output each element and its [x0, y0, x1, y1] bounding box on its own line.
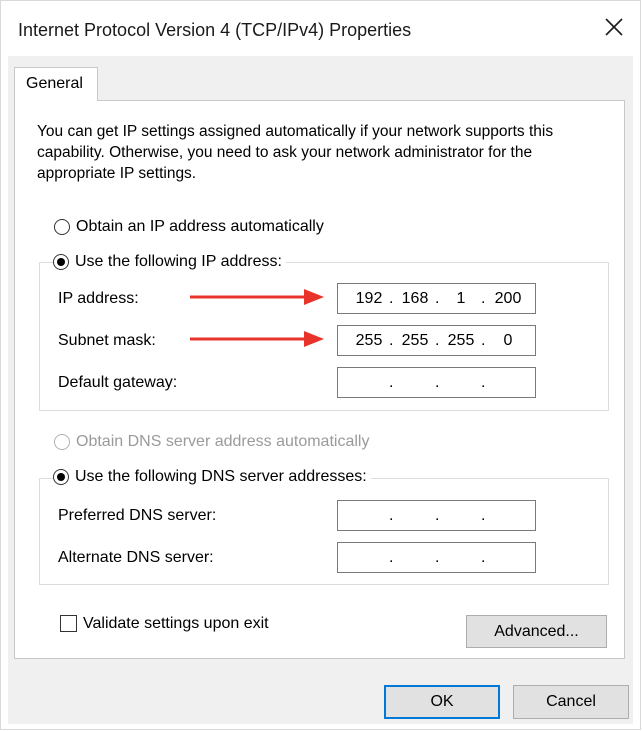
ip-dot: .	[435, 290, 440, 307]
default-gateway-label: Default gateway:	[58, 374, 178, 391]
subnet-octet-2: 255	[401, 332, 429, 349]
validate-settings-label[interactable]: Validate settings upon exit	[83, 615, 269, 633]
ip-dot: .	[481, 290, 486, 307]
obtain-ip-auto-option[interactable]: Obtain an IP address automatically	[54, 218, 324, 236]
ok-button[interactable]: OK	[384, 685, 500, 719]
use-following-ip-label: Use the following IP address:	[75, 253, 282, 270]
alternate-dns-label: Alternate DNS server:	[58, 549, 214, 566]
obtain-dns-auto-option: Obtain DNS server address automatically	[54, 433, 369, 451]
ip-dot: .	[481, 507, 486, 524]
ip-dot: .	[435, 507, 440, 524]
close-icon[interactable]	[602, 15, 626, 39]
ip-octet-2: 168	[401, 290, 429, 307]
ip-dot: .	[389, 290, 394, 307]
validate-settings-checkbox[interactable]	[60, 615, 77, 632]
window-title: Internet Protocol Version 4 (TCP/IPv4) P…	[18, 20, 412, 40]
arrow-ip-address-annotation	[190, 289, 324, 305]
obtain-dns-auto-label: Obtain DNS server address automatically	[76, 433, 370, 450]
ip-address-label: IP address:	[58, 290, 139, 307]
use-following-ip-radio[interactable]	[53, 254, 69, 270]
ip-dot: .	[481, 332, 486, 349]
ip-dot: .	[389, 507, 394, 524]
description-text: You can get IP settings assigned automat…	[37, 123, 554, 182]
cancel-button[interactable]: Cancel	[513, 685, 629, 719]
default-gateway-field[interactable]: . . .	[337, 367, 536, 398]
alternate-dns-field[interactable]: . . .	[337, 542, 536, 573]
subnet-mask-label: Subnet mask:	[58, 332, 156, 349]
tab-general[interactable]: General	[14, 67, 98, 101]
ip-dot: .	[481, 549, 486, 566]
ip-dot: .	[435, 332, 440, 349]
obtain-dns-auto-radio	[54, 434, 70, 450]
obtain-ip-auto-radio[interactable]	[54, 219, 70, 235]
use-following-dns-radio[interactable]	[53, 469, 69, 485]
use-following-dns-label: Use the following DNS server addresses:	[75, 468, 367, 485]
subnet-octet-4: 0	[503, 332, 513, 349]
subnet-mask-field[interactable]: 255 . 255 . 255 . 0	[337, 325, 536, 356]
ip-address-field[interactable]: 192 . 168 . 1 . 200	[337, 283, 536, 314]
ip-dot: .	[389, 374, 394, 391]
use-following-dns-option[interactable]: Use the following DNS server addresses:	[53, 468, 371, 486]
preferred-dns-label: Preferred DNS server:	[58, 507, 217, 524]
ip-octet-3: 1	[456, 290, 466, 307]
subnet-octet-3: 255	[447, 332, 475, 349]
ip-dot: .	[389, 549, 394, 566]
obtain-ip-auto-label: Obtain an IP address automatically	[76, 218, 324, 235]
title-bar: Internet Protocol Version 4 (TCP/IPv4) P…	[1, 1, 640, 57]
ip-dot: .	[389, 332, 394, 349]
preferred-dns-field[interactable]: . . .	[337, 500, 536, 531]
ip-dot: .	[481, 374, 486, 391]
arrow-subnet-mask-annotation	[190, 331, 324, 347]
ip-octet-4: 200	[494, 290, 522, 307]
ip-dot: .	[435, 374, 440, 391]
ip-dot: .	[435, 549, 440, 566]
tab-general-label: General	[26, 75, 83, 92]
subnet-octet-1: 255	[355, 332, 383, 349]
use-following-ip-option[interactable]: Use the following IP address:	[53, 253, 286, 271]
advanced-button[interactable]: Advanced...	[466, 615, 607, 648]
ip-octet-1: 192	[355, 290, 383, 307]
